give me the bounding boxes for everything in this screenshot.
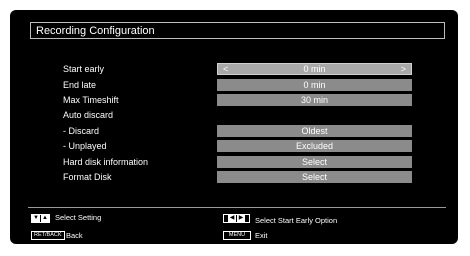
hint-select-setting: Select Setting xyxy=(55,213,102,222)
page-title: Recording Configuration xyxy=(36,25,155,37)
start-early-selector[interactable]: < 0 min > xyxy=(217,63,412,75)
back-key-icon: RET/BACK xyxy=(31,231,65,240)
arrow-right-icon[interactable]: > xyxy=(401,64,406,74)
setting-row-max-timeshift[interactable]: Max Timeshift 30 min xyxy=(10,94,458,106)
setting-row-discard[interactable]: - Discard Oldest xyxy=(10,125,458,137)
setting-row-hard-disk-info[interactable]: Hard disk information Select xyxy=(10,156,458,168)
setting-value[interactable]: Excluded xyxy=(217,140,412,152)
setting-row-unplayed[interactable]: - Unplayed Excluded xyxy=(10,140,458,152)
setting-value: 0 min xyxy=(303,64,326,74)
setting-value[interactable]: 30 min xyxy=(217,94,412,106)
setting-value[interactable]: Oldest xyxy=(217,125,412,137)
setting-label: Hard disk information xyxy=(63,157,149,167)
hint-select-option: Select Start Early Option xyxy=(255,216,338,225)
setting-row-format-disk[interactable]: Format Disk Select xyxy=(10,171,458,183)
setting-label: - Discard xyxy=(63,126,100,136)
up-down-keys-icon: ▼ ▲ xyxy=(31,214,50,223)
hint-exit: Exit xyxy=(255,231,268,240)
title-bar: Recording Configuration xyxy=(30,22,445,39)
setting-row-auto-discard: Auto discard xyxy=(10,109,458,121)
setting-label: End late xyxy=(63,80,97,90)
arrow-left-icon[interactable]: < xyxy=(223,64,228,74)
setting-row-end-late[interactable]: End late 0 min xyxy=(10,79,458,91)
setting-label: Format Disk xyxy=(63,172,112,182)
hint-back: Back xyxy=(66,231,83,240)
footer-divider xyxy=(28,207,446,208)
hard-disk-info-button[interactable]: Select xyxy=(217,156,412,168)
osd-screen: Recording Configuration Start early < 0 … xyxy=(10,10,458,244)
setting-label: - Unplayed xyxy=(63,141,107,151)
setting-label: Auto discard xyxy=(63,110,114,120)
menu-key-icon: MENU xyxy=(223,231,251,240)
left-right-keys-icon: ◀ ▶ xyxy=(223,214,250,223)
setting-row-start-early[interactable]: Start early < 0 min > xyxy=(10,63,458,75)
setting-label: Max Timeshift xyxy=(63,95,119,105)
setting-label: Start early xyxy=(63,64,105,74)
format-disk-button[interactable]: Select xyxy=(217,171,412,183)
setting-value[interactable]: 0 min xyxy=(217,79,412,91)
